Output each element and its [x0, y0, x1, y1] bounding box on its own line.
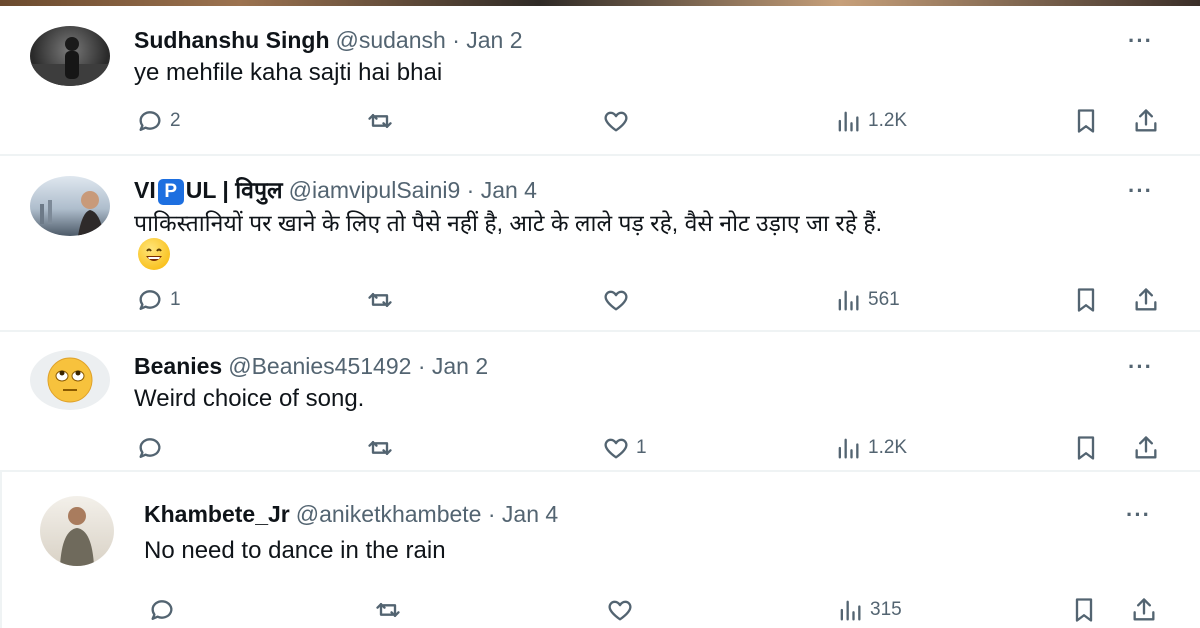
views-icon	[838, 111, 859, 132]
reply-text: ye mehfile kaha sajti hai bhai	[134, 59, 443, 86]
reply-count: 1	[170, 289, 181, 310]
retweet-icon	[368, 441, 392, 455]
reply-icon	[139, 111, 161, 131]
views-icon	[838, 438, 859, 459]
retweet-icon	[376, 603, 400, 617]
name-part: UL | विपुल	[185, 177, 283, 203]
reply-text: Weird choice of song.	[134, 385, 365, 412]
reply-button[interactable]: 2	[136, 107, 181, 135]
more-icon[interactable]: ···	[1128, 28, 1153, 54]
avatar[interactable]	[30, 26, 110, 86]
retweet-icon	[368, 114, 392, 128]
like-button[interactable]: 1	[602, 434, 647, 462]
share-button[interactable]	[1130, 596, 1158, 624]
author-name[interactable]: Beanies	[134, 353, 222, 379]
reply-item[interactable]: Sudhanshu Singh @sudansh · Jan 2 ··· ye m…	[0, 6, 1200, 154]
views-button[interactable]: 315	[836, 596, 902, 624]
like-count: 1	[636, 437, 647, 458]
views-count: 1.2K	[868, 437, 908, 458]
parking-badge-icon: P	[157, 178, 184, 205]
share-icon	[1135, 109, 1157, 132]
views-button[interactable]: 1.2K	[834, 107, 907, 135]
face-with-rolling-eyes-icon	[47, 357, 93, 403]
share-button[interactable]	[1132, 107, 1160, 135]
views-icon	[840, 600, 861, 621]
share-icon	[1135, 288, 1157, 311]
reply-icon	[139, 438, 161, 458]
retweet-icon	[368, 293, 392, 307]
author-name[interactable]: VI P UL | विपुल	[134, 177, 283, 205]
reply-button[interactable]	[148, 596, 176, 624]
bookmark-button[interactable]	[1072, 434, 1100, 462]
avatar[interactable]	[40, 496, 114, 566]
bookmark-icon	[1077, 436, 1095, 460]
avatar[interactable]	[30, 350, 110, 410]
bookmark-button[interactable]	[1072, 107, 1100, 135]
more-icon[interactable]: ···	[1126, 502, 1151, 528]
heart-icon	[604, 111, 628, 132]
reply-header: Khambete_Jr @aniketkhambete · Jan 4	[144, 500, 558, 528]
more-icon[interactable]: ···	[1128, 178, 1153, 204]
reply-count: 2	[170, 110, 181, 131]
reply-item[interactable]: VI P UL | विपुल @iamvipulSaini9 · Jan 4 ···…	[0, 156, 1200, 330]
views-icon	[838, 290, 859, 311]
reply-icon	[139, 290, 161, 310]
heart-icon	[604, 438, 628, 459]
views-count: 315	[870, 599, 902, 620]
reply-header: Beanies @Beanies451492 · Jan 2	[134, 352, 488, 380]
share-icon	[1133, 598, 1155, 621]
like-button[interactable]	[602, 286, 630, 314]
views-count: 561	[868, 289, 900, 310]
more-icon[interactable]: ···	[1128, 354, 1153, 380]
views-button[interactable]: 1.2K	[834, 434, 907, 462]
reply-header: VI P UL | विपुल @iamvipulSaini9 · Jan 4	[134, 176, 537, 205]
avatar-photo	[40, 191, 104, 236]
reply-icon	[151, 600, 173, 620]
reply-item[interactable]: Beanies @Beanies451492 · Jan 2 ··· Weird …	[0, 332, 1200, 470]
reply-header: Sudhanshu Singh @sudansh · Jan 2	[134, 26, 523, 54]
reply-item[interactable]: Khambete_Jr @aniketkhambete · Jan 4 ··· N…	[0, 472, 1200, 628]
avatar[interactable]	[30, 176, 110, 236]
author-handle-date[interactable]: @sudansh · Jan 2	[336, 27, 523, 53]
views-count: 1.2K	[868, 110, 908, 131]
bookmark-icon	[1077, 288, 1095, 312]
author-name[interactable]: Khambete_Jr	[144, 501, 290, 527]
share-icon	[1135, 436, 1157, 459]
heart-icon	[608, 600, 632, 621]
avatar-photo	[60, 507, 94, 566]
bookmark-icon	[1075, 598, 1093, 622]
reply-text: No need to dance in the rain	[144, 537, 446, 564]
share-button[interactable]	[1132, 286, 1160, 314]
views-button[interactable]: 561	[834, 286, 900, 314]
bookmark-button[interactable]	[1072, 286, 1100, 314]
reply-text: पाकिस्तानियों पर खाने के लिए तो पैसे नही…	[134, 210, 883, 236]
retweet-button[interactable]	[366, 434, 394, 462]
reply-button[interactable]	[136, 434, 170, 462]
author-handle-date[interactable]: @Beanies451492 · Jan 2	[228, 353, 488, 379]
bookmark-button[interactable]	[1070, 596, 1098, 624]
grinning-emoji-icon	[138, 238, 170, 270]
name-part: VI	[134, 177, 156, 203]
share-button[interactable]	[1132, 434, 1160, 462]
author-handle-date[interactable]: @iamvipulSaini9 · Jan 4	[289, 177, 537, 203]
retweet-button[interactable]	[366, 286, 394, 314]
bookmark-icon	[1077, 109, 1095, 133]
reply-button[interactable]: 1	[136, 286, 181, 314]
author-name[interactable]: Sudhanshu Singh	[134, 27, 330, 53]
retweet-button[interactable]	[374, 596, 402, 624]
like-button[interactable]	[606, 596, 634, 624]
author-handle-date[interactable]: @aniketkhambete · Jan 4	[296, 501, 558, 527]
heart-icon	[604, 290, 628, 311]
avatar-photo	[30, 37, 110, 86]
like-button[interactable]	[602, 107, 630, 135]
retweet-button[interactable]	[366, 107, 394, 135]
